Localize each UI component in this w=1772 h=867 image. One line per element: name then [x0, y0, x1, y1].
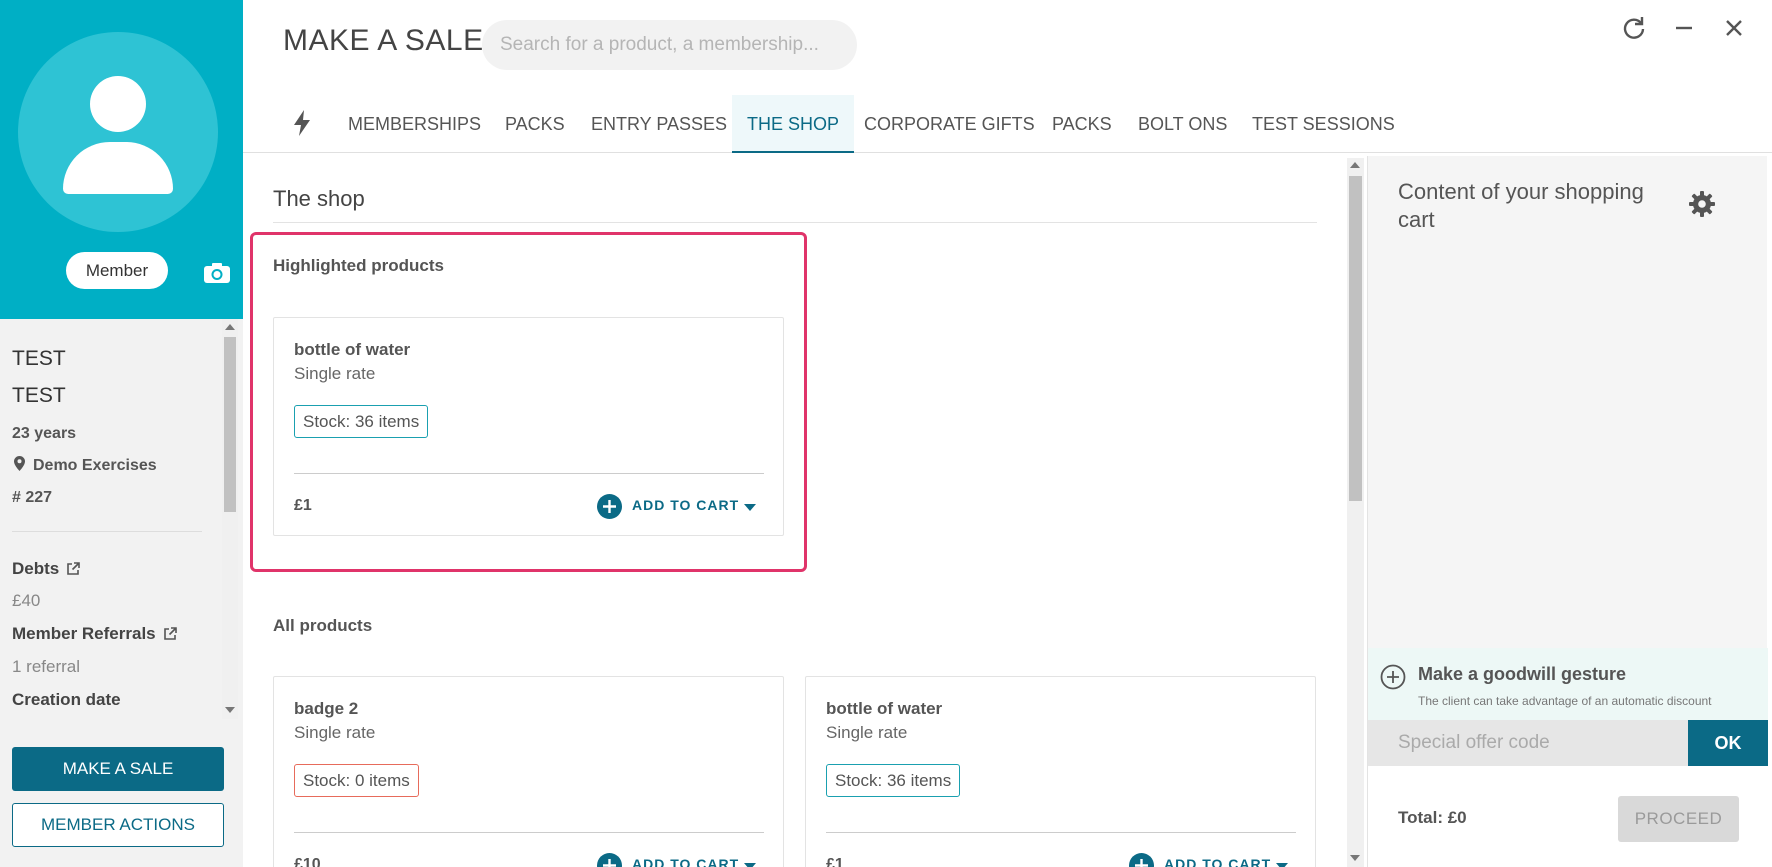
- chevron-down-icon[interactable]: [1276, 863, 1288, 867]
- goodwill-subtitle: The client can take advantage of an auto…: [1418, 694, 1712, 708]
- make-a-sale-button[interactable]: MAKE A SALE: [12, 747, 224, 791]
- avatar-head: [90, 76, 146, 132]
- tab-entry-passes[interactable]: ENTRY PASSES: [591, 95, 727, 153]
- product-name: badge 2: [294, 699, 359, 718]
- referrals-value: 1 referral: [12, 657, 81, 676]
- member-number: # 227: [12, 489, 53, 506]
- shopping-cart-panel: Content of your shopping cart Make a goo…: [1367, 156, 1768, 867]
- avatar-body: [63, 142, 173, 194]
- scrollbar-thumb[interactable]: [1349, 176, 1362, 501]
- member-first-name: TEST: [12, 347, 66, 370]
- scroll-up-arrow-icon[interactable]: [225, 324, 235, 330]
- divider: [273, 222, 1317, 223]
- avatar[interactable]: [18, 32, 218, 232]
- creation-date-label: Creation date: [12, 690, 121, 709]
- product-name: bottle of water: [826, 699, 943, 718]
- shop-title: The shop: [273, 186, 365, 211]
- member-sidebar: Member TEST TEST 23 years Demo Exercises…: [0, 0, 243, 867]
- proceed-button[interactable]: PROCEED: [1618, 796, 1739, 842]
- ok-button[interactable]: OK: [1688, 720, 1768, 766]
- scroll-down-arrow-icon[interactable]: [225, 707, 235, 713]
- tab-packs[interactable]: PACKS: [505, 95, 565, 153]
- cart-total: Total: £0: [1398, 808, 1467, 827]
- add-circle-icon[interactable]: [1129, 853, 1154, 867]
- flash-icon[interactable]: [290, 108, 314, 138]
- special-offer-code-input[interactable]: [1368, 720, 1688, 766]
- goodwill-title[interactable]: Make a goodwill gesture: [1418, 664, 1626, 685]
- cart-title: Content of your shopping cart: [1398, 179, 1644, 232]
- highlight-annotation-box: [250, 232, 807, 572]
- goodwill-gesture[interactable]: Make a goodwill gesture The client can t…: [1368, 648, 1768, 730]
- minimize-icon[interactable]: [1670, 14, 1698, 42]
- scrollbar-thumb[interactable]: [224, 337, 236, 512]
- member-info: TEST TEST 23 years Demo Exercises # 227 …: [0, 319, 222, 719]
- tab-bolt-ons[interactable]: BOLT ONS: [1138, 95, 1227, 153]
- divider: [294, 832, 764, 833]
- product-card: bottle of water Single rate Stock: 36 it…: [805, 676, 1316, 867]
- scroll-down-arrow-icon[interactable]: [1350, 855, 1360, 861]
- cart-footer: Total: £0 PROCEED: [1368, 766, 1768, 867]
- stock-badge: Stock: 0 items: [294, 764, 419, 797]
- add-circle-outline-icon[interactable]: [1380, 664, 1406, 690]
- scroll-up-arrow-icon[interactable]: [1350, 162, 1360, 168]
- chevron-down-icon[interactable]: [744, 863, 756, 867]
- tab-test-sessions[interactable]: TEST SESSIONS: [1252, 95, 1395, 153]
- tab-the-shop[interactable]: THE SHOP: [732, 95, 855, 153]
- product-tabs: MEMBERSHIPS PACKS ENTRY PASSES THE SHOP …: [243, 95, 1772, 153]
- member-age: 23 years: [12, 425, 77, 442]
- content-scrollbar[interactable]: [1347, 158, 1364, 867]
- all-products-title: All products: [273, 616, 373, 635]
- member-actions-button[interactable]: MEMBER ACTIONS: [12, 803, 224, 847]
- divider: [826, 832, 1296, 833]
- product-price: £1: [826, 856, 844, 867]
- camera-icon[interactable]: [203, 262, 231, 284]
- product-card: badge 2 Single rate Stock: 0 items £10 A…: [273, 676, 784, 867]
- product-rate: Single rate: [826, 723, 908, 742]
- profile-header: Member: [0, 0, 243, 319]
- referrals-label[interactable]: Member Referrals: [12, 624, 156, 644]
- close-icon[interactable]: [1720, 14, 1748, 42]
- refresh-icon[interactable]: [1620, 14, 1648, 42]
- gear-icon[interactable]: [1688, 190, 1716, 218]
- add-to-cart-button[interactable]: ADD TO CART: [1164, 856, 1271, 867]
- member-badge: Member: [66, 252, 168, 289]
- tab-packs-2[interactable]: PACKS: [1052, 95, 1112, 153]
- tab-corporate-gifts[interactable]: CORPORATE GIFTS: [864, 95, 1035, 153]
- external-link-icon[interactable]: [163, 627, 177, 641]
- page-title: MAKE A SALE: [283, 24, 484, 57]
- product-price: £10: [294, 856, 321, 867]
- add-to-cart-button[interactable]: ADD TO CART: [632, 856, 739, 867]
- search-input[interactable]: [482, 20, 857, 70]
- member-last-name: TEST: [12, 384, 66, 407]
- add-circle-icon[interactable]: [597, 853, 622, 867]
- member-location: Demo Exercises: [33, 457, 157, 474]
- stock-badge: Stock: 36 items: [826, 764, 961, 797]
- tab-memberships[interactable]: MEMBERSHIPS: [348, 95, 481, 153]
- debts-value: £40: [12, 591, 41, 610]
- sidebar-scrollbar[interactable]: [222, 319, 238, 719]
- divider: [12, 531, 202, 532]
- debts-label[interactable]: Debts: [12, 559, 59, 579]
- product-rate: Single rate: [294, 723, 376, 742]
- external-link-icon[interactable]: [66, 562, 80, 576]
- location-pin-icon: [14, 456, 25, 471]
